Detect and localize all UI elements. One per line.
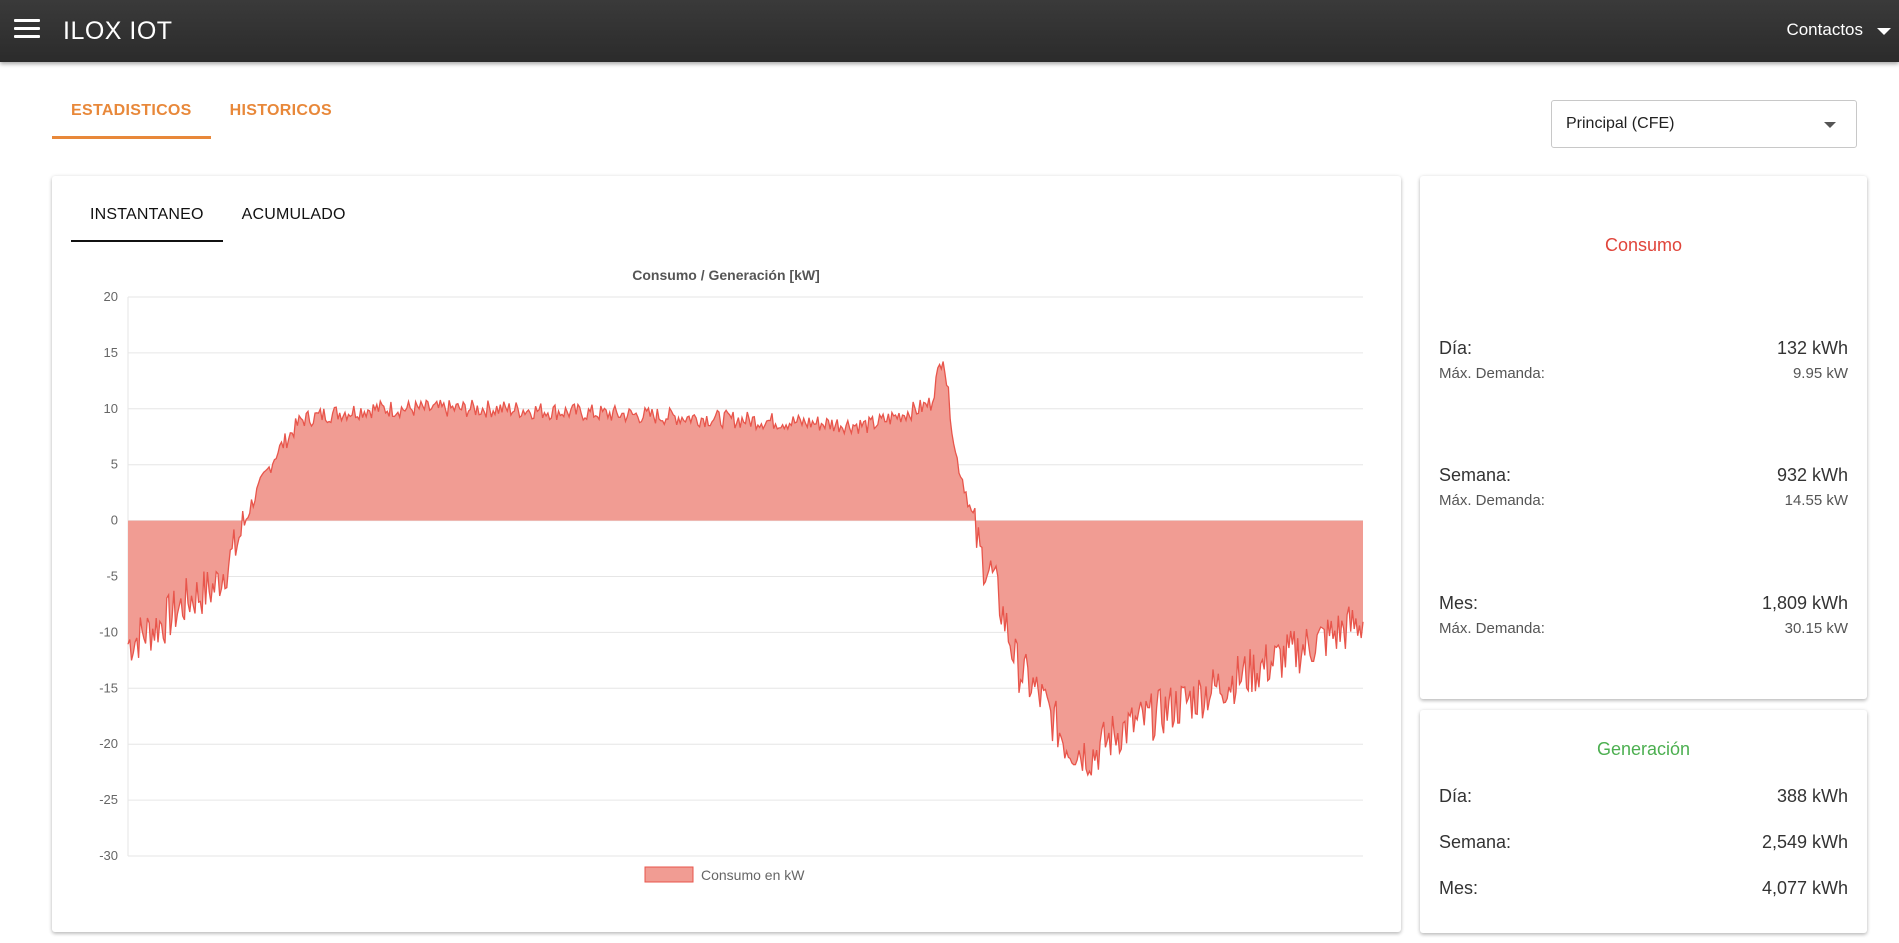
app-bar: ILOX IOT Contactos	[0, 0, 1899, 62]
chevron-down-icon	[1824, 122, 1836, 128]
consumo-month-value: 1,809 kWh	[1761, 593, 1848, 613]
generacion-month-row: Mes: 4,077 kWh	[1439, 878, 1848, 899]
consumo-week-value: 932 kWh	[1776, 465, 1848, 485]
consumo-day-label: Día:	[1439, 338, 1473, 358]
y-tick-label: 15	[104, 345, 118, 360]
y-tick-label: -30	[99, 848, 118, 863]
generacion-day-label: Día:	[1439, 786, 1473, 806]
consumo-day-value: 132 kWh	[1776, 338, 1848, 358]
meter-select[interactable]: Principal (CFE)	[1551, 100, 1857, 148]
consumo-month-row: Mes: 1,809 kWh	[1439, 593, 1848, 614]
y-tick-label: 5	[111, 457, 118, 472]
chart-plot: 20 15 10 5 0 -5 -10 -15 -20 -25 -30 Consumo / Gene…	[99, 267, 1364, 883]
consumo-week-demand-label: Máx. Demanda:	[1439, 492, 1545, 509]
generacion-card: Generación Día: 388 kWh Semana: 2,549 kW…	[1420, 710, 1867, 933]
chevron-down-icon	[1877, 28, 1891, 35]
y-tick-label: -20	[99, 736, 118, 751]
contacts-label: Contactos	[1786, 20, 1863, 39]
consumo-title: Consumo	[1604, 235, 1683, 255]
generacion-title: Generación	[1596, 739, 1691, 759]
tab-historicos[interactable]: HISTORICOS	[211, 96, 351, 139]
consumo-day-demand-label: Máx. Demanda:	[1439, 365, 1545, 382]
generacion-month-label: Mes:	[1439, 878, 1479, 898]
tab-estadisticos[interactable]: ESTADISTICOS	[52, 96, 211, 139]
y-tick-label: 10	[104, 401, 118, 416]
generacion-day-row: Día: 388 kWh	[1439, 786, 1848, 807]
consumo-day-demand-value: 9.95 kW	[1792, 365, 1848, 382]
generacion-week-label: Semana:	[1439, 832, 1512, 852]
consumo-month-label: Mes:	[1439, 593, 1479, 613]
generacion-day-value: 388 kWh	[1776, 786, 1848, 806]
consumo-week-demand-row: Máx. Demanda: 14.55 kW	[1439, 492, 1848, 509]
consumo-card: Consumo Día: 132 kWh Máx. Demanda: 9.95 …	[1420, 176, 1867, 699]
generacion-week-value: 2,549 kWh	[1761, 832, 1848, 852]
y-tick-label: 20	[104, 289, 118, 304]
y-tick-label: -5	[106, 569, 118, 584]
menu-icon[interactable]	[14, 19, 40, 41]
app-title: ILOX IOT	[63, 17, 173, 45]
consumo-day-row: Día: 132 kWh	[1439, 338, 1848, 359]
y-tick-label: -25	[99, 792, 118, 807]
consumo-month-demand-row: Máx. Demanda: 30.15 kW	[1439, 620, 1848, 637]
contacts-menu[interactable]: Contactos	[1786, 20, 1891, 40]
consumo-week-demand-value: 14.55 kW	[1784, 492, 1848, 509]
legend-label[interactable]: Consumo en kW	[701, 867, 805, 883]
chart-card: INSTANTANEO ACUMULADO 20 15 10 5 0 -5 -10 -15 -2…	[52, 176, 1401, 932]
generacion-month-value: 4,077 kWh	[1761, 878, 1848, 898]
legend-swatch[interactable]	[644, 866, 694, 883]
chart-title: Consumo / Generación [kW]	[632, 267, 819, 283]
consumo-month-demand-value: 30.15 kW	[1784, 620, 1848, 637]
y-tick-label: 0	[111, 513, 118, 528]
generacion-week-row: Semana: 2,549 kWh	[1439, 832, 1848, 853]
y-tick-label: -10	[99, 624, 118, 639]
consumo-day-demand-row: Máx. Demanda: 9.95 kW	[1439, 365, 1848, 382]
main-tabs: ESTADISTICOS HISTORICOS	[52, 96, 351, 139]
consumo-week-label: Semana:	[1439, 465, 1512, 485]
consumo-month-demand-label: Máx. Demanda:	[1439, 620, 1545, 637]
meter-select-value: Principal (CFE)	[1566, 115, 1675, 132]
consumo-week-row: Semana: 932 kWh	[1439, 465, 1848, 486]
y-tick-label: -15	[99, 680, 118, 695]
